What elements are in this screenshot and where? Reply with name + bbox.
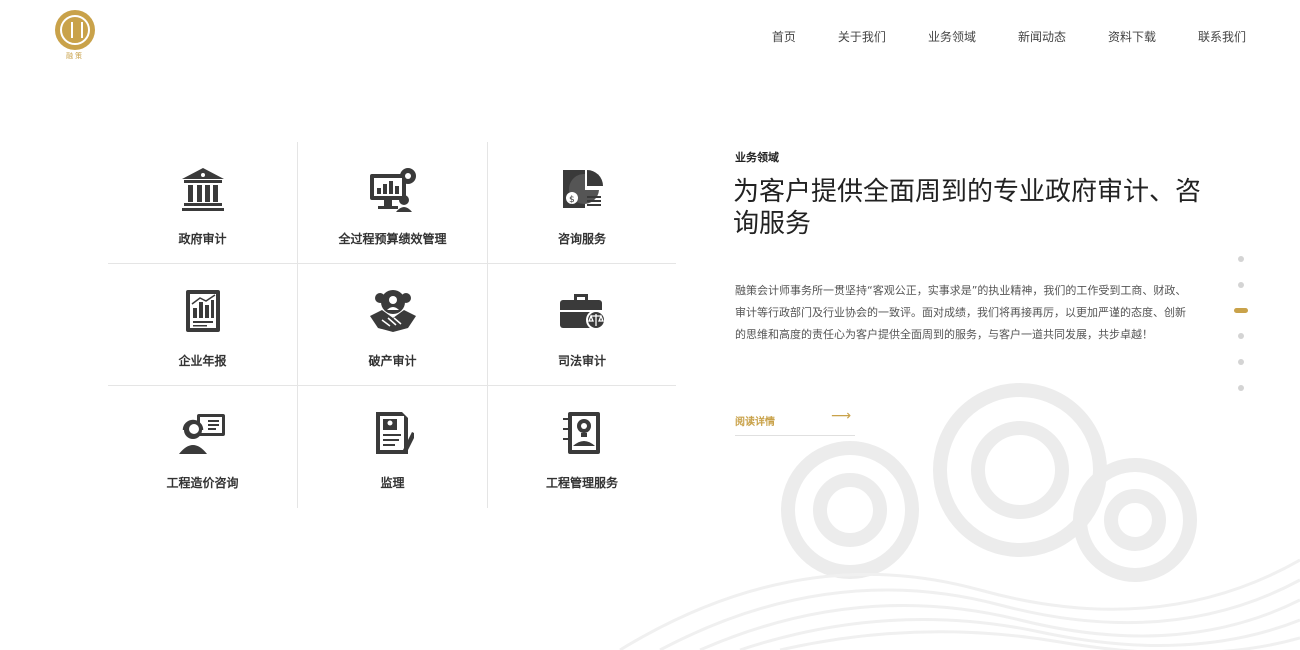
- nav-home[interactable]: 首页: [772, 28, 796, 45]
- nav-contact[interactable]: 联系我们: [1198, 28, 1246, 45]
- service-label: 司法审计: [557, 354, 606, 368]
- svg-text:$: $: [569, 195, 575, 205]
- monitor-chart-gear-icon: [368, 164, 418, 214]
- pager-dot[interactable]: [1238, 385, 1244, 391]
- pager-dot[interactable]: [1238, 256, 1244, 262]
- bank-icon: [178, 164, 228, 214]
- logo[interactable]: 融策: [52, 10, 98, 62]
- logo-emblem-icon: [55, 10, 95, 50]
- nav-downloads[interactable]: 资料下载: [1108, 28, 1156, 45]
- service-item[interactable]: 工程造价咨询: [108, 386, 298, 508]
- service-label: 咨询服务: [557, 232, 606, 246]
- main-nav: 首页 关于我们 业务领域 新闻动态 资料下载 联系我们: [730, 28, 1246, 45]
- pager-dot[interactable]: [1238, 359, 1244, 365]
- service-item[interactable]: 政府审计: [108, 142, 298, 264]
- document-pen-icon: [368, 408, 418, 458]
- cloud-pattern-decoration: [619, 383, 1300, 650]
- handshake-people-icon: [368, 286, 418, 336]
- book-lightbulb-icon: [557, 408, 607, 458]
- service-item[interactable]: $ 咨询服务: [488, 142, 676, 264]
- section-headline: 为客户提供全面周到的专业政府审计、咨询服务: [733, 177, 1202, 239]
- service-label: 工程造价咨询: [166, 476, 239, 490]
- service-label: 监理: [380, 476, 405, 490]
- section-label: 业务领域: [735, 151, 779, 164]
- section-pager: [1234, 256, 1248, 411]
- service-label: 破产审计: [368, 354, 417, 368]
- service-label: 工程管理服务: [545, 476, 618, 490]
- nav-news[interactable]: 新闻动态: [1018, 28, 1066, 45]
- read-more-label: 阅读详情: [735, 417, 775, 428]
- logo-text: 融策: [66, 52, 84, 60]
- service-label: 政府审计: [178, 232, 227, 246]
- service-item[interactable]: 全过程预算绩效管理: [298, 142, 488, 264]
- services-grid: 政府审计 全过程预算绩效管理 $ 咨询服务 企业年报 破产审计 司法审计 工程造…: [108, 142, 676, 508]
- annual-report-icon: [178, 286, 228, 336]
- briefcase-scale-icon: [557, 286, 607, 336]
- read-more-link[interactable]: 阅读详情 ⟶: [735, 408, 855, 436]
- nav-about[interactable]: 关于我们: [838, 28, 886, 45]
- service-item[interactable]: 企业年报: [108, 264, 298, 386]
- arrow-right-icon: ⟶: [831, 408, 852, 424]
- nav-business[interactable]: 业务领域: [928, 28, 976, 45]
- consultant-headset-icon: [178, 408, 228, 458]
- service-item[interactable]: 司法审计: [488, 264, 676, 386]
- section-description: 融策会计师事务所一贯坚持“客观公正，实事求是”的执业精神，我们的工作受到工商、财…: [735, 284, 1187, 341]
- service-item[interactable]: 破产审计: [298, 264, 488, 386]
- report-pie-icon: $: [557, 164, 607, 214]
- service-item[interactable]: 监理: [298, 386, 488, 508]
- service-label: 全过程预算绩效管理: [338, 232, 447, 246]
- pager-dot-active[interactable]: [1234, 308, 1248, 313]
- pager-dot[interactable]: [1238, 333, 1244, 339]
- service-item[interactable]: 工程管理服务: [488, 386, 676, 508]
- pager-dot[interactable]: [1238, 282, 1244, 288]
- service-label: 企业年报: [178, 354, 227, 368]
